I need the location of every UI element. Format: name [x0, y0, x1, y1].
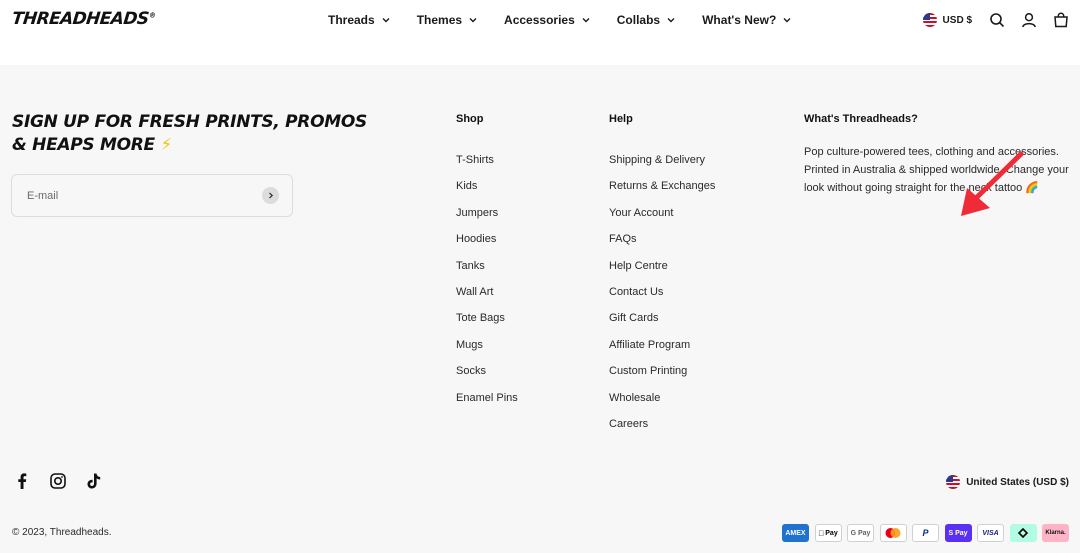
footer-link[interactable]: Jumpers — [456, 200, 518, 226]
column-title: What's Threadheads? — [804, 113, 918, 125]
lightning-emoji: ⚡ — [160, 135, 173, 155]
payment-label: Klarna. — [1045, 530, 1066, 536]
footer-link[interactable]: Your Account — [609, 200, 715, 226]
footer-link[interactable]: Tanks — [456, 253, 518, 279]
us-flag-icon — [946, 475, 961, 489]
facebook-icon[interactable] — [14, 473, 30, 489]
nav-item-threads[interactable]: Threads — [328, 13, 390, 27]
cart-icon[interactable] — [1052, 11, 1070, 29]
nav-item-themes[interactable]: Themes — [417, 13, 477, 27]
shop-pay-icon: S Pay — [944, 524, 972, 542]
chevron-down-icon — [469, 18, 477, 23]
copyright-text: © 2023, Threadheads. — [12, 527, 112, 538]
nav-item-accessories[interactable]: Accessories — [504, 13, 590, 27]
footer-link[interactable]: Shipping & Delivery — [609, 147, 715, 173]
klarna-icon: Klarna. — [1042, 524, 1069, 542]
chevron-down-icon — [582, 18, 590, 23]
country-selector[interactable]: United States (USD $) — [946, 475, 1069, 489]
currency-label: USD $ — [942, 14, 972, 26]
email-input[interactable] — [27, 189, 247, 202]
site-footer: Sign up for fresh prints, promos & heaps… — [0, 65, 1080, 553]
country-label: United States (USD $) — [966, 476, 1069, 488]
footer-column-help: Help Shipping & Delivery Returns & Excha… — [609, 113, 715, 437]
footer-link[interactable]: Wall Art — [456, 279, 518, 305]
help-links: Shipping & Delivery Returns & Exchanges … — [609, 147, 715, 437]
footer-link[interactable]: Mugs — [456, 332, 518, 358]
footer-link[interactable]: Enamel Pins — [456, 385, 518, 411]
search-icon[interactable] — [988, 11, 1006, 29]
chevron-down-icon — [382, 18, 390, 23]
nav-label: Threads — [328, 13, 375, 27]
apple-pay-icon: Pay — [814, 524, 842, 542]
footer-column-about: What's Threadheads? Pop culture-powered … — [804, 113, 1074, 197]
payment-label: G Pay — [850, 529, 871, 537]
payment-label: VISA — [982, 529, 999, 537]
footer-link[interactable]: Wholesale — [609, 385, 715, 411]
chevron-down-icon — [667, 18, 675, 23]
footer-link[interactable]: FAQs — [609, 226, 715, 252]
social-links — [14, 473, 122, 489]
nav-item-whats-new[interactable]: What's New? — [702, 13, 791, 27]
threadheads-logo[interactable]: THREADHEADS® — [11, 9, 156, 29]
apple-logo-icon:  — [818, 529, 824, 538]
chevron-right-icon — [268, 192, 273, 199]
footer-link[interactable]: Help Centre — [609, 253, 715, 279]
footer-column-shop: Shop T-Shirts Kids Jumpers Hoodies Tanks… — [456, 113, 518, 411]
column-title: Shop — [456, 113, 484, 125]
main-nav: Threads Themes Accessories Collabs What'… — [328, 13, 818, 27]
logo-text: THREADHEADS — [10, 9, 150, 29]
footer-link[interactable]: Affiliate Program — [609, 332, 715, 358]
amex-icon: AMEX — [782, 524, 809, 542]
nav-label: What's New? — [702, 13, 777, 27]
nav-item-collabs[interactable]: Collabs — [617, 13, 675, 27]
footer-link[interactable]: Custom Printing — [609, 358, 715, 384]
footer-link[interactable]: Socks — [456, 358, 518, 384]
payment-label: S Pay — [948, 529, 968, 537]
nav-label: Collabs — [616, 13, 661, 27]
header-actions: USD $ — [922, 11, 1070, 29]
logo-registered-mark: ® — [148, 11, 156, 20]
tiktok-icon[interactable] — [86, 473, 102, 489]
footer-link[interactable]: Tote Bags — [456, 305, 518, 331]
us-flag-icon — [922, 13, 937, 27]
currency-selector[interactable]: USD $ — [922, 13, 972, 27]
mastercard-icon — [879, 524, 907, 542]
account-icon[interactable] — [1020, 11, 1038, 29]
footer-link[interactable]: Hoodies — [456, 226, 518, 252]
visa-icon: VISA — [977, 524, 1004, 542]
newsletter-heading-text: Sign up for fresh prints, promos & heaps… — [12, 112, 367, 155]
footer-link[interactable]: Careers — [609, 411, 715, 437]
annotation-arrow — [961, 151, 1024, 216]
footer-link[interactable]: Returns & Exchanges — [609, 173, 715, 199]
afterpay-icon — [1009, 524, 1037, 542]
payment-methods: AMEX Pay G Pay P S Pay VISA Klarna. — [777, 524, 1069, 542]
footer-link[interactable]: Contact Us — [609, 279, 715, 305]
site-header: THREADHEADS® Threads Themes Accessories … — [0, 0, 1080, 65]
google-pay-icon: G Pay — [847, 524, 874, 542]
about-description: Pop culture-powered tees, clothing and a… — [804, 146, 1069, 194]
newsletter-heading: Sign up for fresh prints, promos & heaps… — [12, 111, 372, 157]
instagram-icon[interactable] — [50, 473, 66, 489]
nav-label: Accessories — [504, 13, 575, 27]
shop-links: T-Shirts Kids Jumpers Hoodies Tanks Wall… — [456, 147, 518, 411]
column-title: Help — [609, 113, 633, 125]
payment-label: P — [922, 528, 929, 538]
paypal-icon: P — [912, 524, 939, 542]
chevron-down-icon — [783, 18, 791, 23]
email-submit-button[interactable] — [262, 187, 279, 204]
email-signup-form — [11, 174, 293, 217]
footer-link[interactable]: T-Shirts — [456, 147, 518, 173]
footer-link[interactable]: Kids — [456, 173, 518, 199]
payment-label: AMEX — [785, 529, 806, 537]
payment-label: Pay — [822, 529, 837, 537]
nav-label: Themes — [416, 13, 463, 27]
footer-link[interactable]: Gift Cards — [609, 305, 715, 331]
